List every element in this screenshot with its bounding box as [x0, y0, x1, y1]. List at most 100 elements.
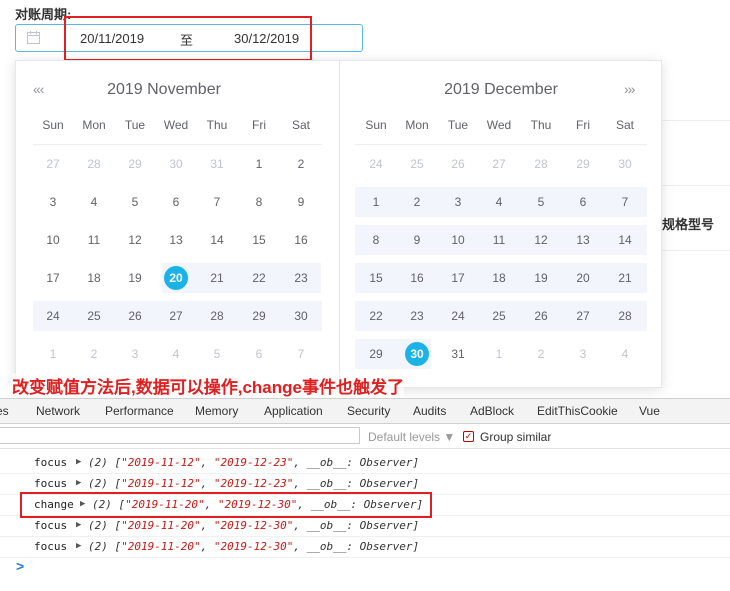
devtools-tab[interactable]: es [0, 404, 9, 418]
calendar-day-cell[interactable]: 6 [563, 187, 603, 217]
calendar-day-cell[interactable]: 28 [605, 301, 645, 331]
calendar-day-cell[interactable]: 26 [438, 149, 478, 179]
calendar-day-cell[interactable]: 7 [605, 187, 645, 217]
calendar-day-cell[interactable]: 28 [521, 149, 561, 179]
devtools-tab[interactable]: Network [36, 404, 80, 418]
calendar-day-cell[interactable]: 19 [115, 263, 155, 293]
calendar-day-cell[interactable]: 9 [397, 225, 437, 255]
calendar-day-cell[interactable]: 11 [479, 225, 519, 255]
calendar-day-cell[interactable]: 8 [356, 225, 396, 255]
calendar-day-cell[interactable]: 12 [521, 225, 561, 255]
calendar-day-cell[interactable]: 13 [156, 225, 196, 255]
calendar-day-cell[interactable]: 29 [239, 301, 279, 331]
calendar-day-cell[interactable]: 2 [397, 187, 437, 217]
calendar-day-cell[interactable]: 21 [605, 263, 645, 293]
calendar-day-cell[interactable]: 2 [281, 149, 321, 179]
calendar-day-cell[interactable]: 29 [356, 339, 396, 369]
calendar-day-cell[interactable]: 12 [115, 225, 155, 255]
calendar-day-cell[interactable]: 5 [521, 187, 561, 217]
console-log-row[interactable]: focus ▶ (2) ["2019-11-12", "2019-12-23", _… [0, 452, 730, 474]
calendar-day-cell[interactable]: 2 [74, 339, 114, 369]
calendar-day-cell[interactable]: 10 [438, 225, 478, 255]
calendar-day-cell[interactable]: 28 [197, 301, 237, 331]
calendar-day-cell[interactable]: 1 [479, 339, 519, 369]
calendar-day-cell[interactable]: 25 [397, 149, 437, 179]
calendar-day-cell[interactable]: 20 [156, 263, 196, 293]
devtools-tab[interactable]: AdBlock [470, 404, 514, 418]
group-similar-checkbox[interactable]: ✓ [463, 431, 474, 442]
calendar-day-cell[interactable]: 4 [605, 339, 645, 369]
calendar-day-cell[interactable]: 27 [33, 149, 73, 179]
expand-triangle-icon[interactable]: ▶ [76, 515, 81, 536]
devtools-tab[interactable]: Memory [195, 404, 238, 418]
devtools-tab[interactable]: Application [264, 404, 323, 418]
calendar-day-cell[interactable]: 26 [521, 301, 561, 331]
calendar-day-cell[interactable]: 5 [115, 187, 155, 217]
calendar-day-cell[interactable]: 27 [563, 301, 603, 331]
calendar-day-cell[interactable]: 18 [74, 263, 114, 293]
calendar-day-cell[interactable]: 27 [479, 149, 519, 179]
calendar-day-cell[interactable]: 11 [74, 225, 114, 255]
calendar-day-cell[interactable]: 17 [438, 263, 478, 293]
calendar-day-cell[interactable]: 8 [239, 187, 279, 217]
calendar-day-cell[interactable]: 23 [397, 301, 437, 331]
calendar-day-cell[interactable]: 1 [356, 187, 396, 217]
calendar-day-cell[interactable]: 14 [605, 225, 645, 255]
calendar-day-cell[interactable]: 13 [563, 225, 603, 255]
calendar-day-cell[interactable]: 14 [197, 225, 237, 255]
devtools-tab[interactable]: Performance [105, 404, 174, 418]
devtools-tab[interactable]: EditThisCookie [537, 404, 618, 418]
calendar-day-cell[interactable]: 26 [115, 301, 155, 331]
calendar-day-cell[interactable]: 9 [281, 187, 321, 217]
calendar-day-cell[interactable]: 21 [197, 263, 237, 293]
calendar-day-cell[interactable]: 30 [156, 149, 196, 179]
calendar-day-cell[interactable]: 17 [33, 263, 73, 293]
devtools-tab[interactable]: Vue [639, 404, 660, 418]
calendar-day-cell[interactable]: 15 [239, 225, 279, 255]
devtools-tab[interactable]: Security [347, 404, 390, 418]
console-prompt-icon[interactable]: > [16, 558, 24, 574]
calendar-day-cell[interactable]: 3 [563, 339, 603, 369]
calendar-day-cell[interactable]: 24 [356, 149, 396, 179]
calendar-day-cell[interactable]: 25 [479, 301, 519, 331]
expand-triangle-icon[interactable]: ▶ [76, 473, 81, 494]
calendar-day-cell[interactable]: 16 [281, 225, 321, 255]
calendar-day-cell[interactable]: 31 [438, 339, 478, 369]
calendar-day-cell[interactable]: 24 [33, 301, 73, 331]
calendar-day-cell[interactable]: 25 [74, 301, 114, 331]
calendar-day-cell[interactable]: 24 [438, 301, 478, 331]
console-log-row[interactable]: focus ▶ (2) ["2019-11-20", "2019-12-30", _… [0, 536, 730, 558]
next-month-year-nav-icon[interactable]: ›» [624, 81, 635, 97]
calendar-day-cell[interactable]: 15 [356, 263, 396, 293]
prev-year-month-nav-icon[interactable]: «‹ [33, 81, 44, 97]
calendar-day-cell[interactable]: 1 [33, 339, 73, 369]
devtools-tab[interactable]: Audits [413, 404, 446, 418]
calendar-day-cell[interactable]: 3 [438, 187, 478, 217]
log-levels-dropdown[interactable]: Default levels ▼ [368, 430, 455, 444]
console-log-row[interactable]: focus ▶ (2) ["2019-11-20", "2019-12-30", _… [0, 515, 730, 537]
calendar-day-cell[interactable]: 29 [563, 149, 603, 179]
calendar-day-cell[interactable]: 7 [281, 339, 321, 369]
calendar-day-cell[interactable]: 4 [74, 187, 114, 217]
calendar-day-cell[interactable]: 30 [281, 301, 321, 331]
calendar-day-cell[interactable]: 22 [356, 301, 396, 331]
console-filter-input[interactable] [0, 427, 360, 444]
calendar-day-cell[interactable]: 3 [115, 339, 155, 369]
calendar-day-cell[interactable]: 4 [479, 187, 519, 217]
calendar-day-cell[interactable]: 7 [197, 187, 237, 217]
calendar-day-cell[interactable]: 27 [156, 301, 196, 331]
calendar-day-cell[interactable]: 5 [197, 339, 237, 369]
calendar-day-cell[interactable]: 22 [239, 263, 279, 293]
calendar-day-cell[interactable]: 4 [156, 339, 196, 369]
calendar-day-cell[interactable]: 30 [605, 149, 645, 179]
calendar-day-cell[interactable]: 31 [197, 149, 237, 179]
calendar-day-cell[interactable]: 29 [115, 149, 155, 179]
calendar-day-cell[interactable]: 16 [397, 263, 437, 293]
calendar-day-cell[interactable]: 10 [33, 225, 73, 255]
calendar-day-cell[interactable]: 18 [479, 263, 519, 293]
expand-triangle-icon[interactable]: ▶ [76, 452, 81, 473]
calendar-day-cell[interactable]: 23 [281, 263, 321, 293]
calendar-day-cell[interactable]: 6 [156, 187, 196, 217]
calendar-day-cell[interactable]: 2 [521, 339, 561, 369]
calendar-day-cell[interactable]: 6 [239, 339, 279, 369]
